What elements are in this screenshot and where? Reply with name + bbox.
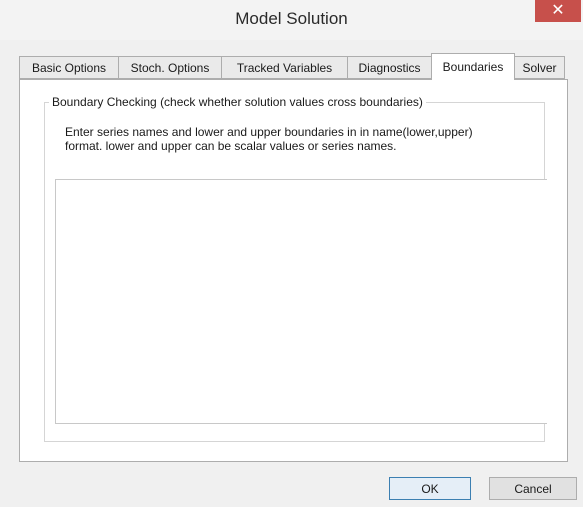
instructions-line-1: Enter series names and lower and upper b… (65, 125, 473, 139)
tab-tracked-variables[interactable]: Tracked Variables (221, 56, 348, 79)
tab-basic-options[interactable]: Basic Options (19, 56, 119, 79)
tab-boundaries[interactable]: Boundaries (431, 53, 515, 80)
instructions-text: Enter series names and lower and upper b… (65, 125, 535, 153)
boundary-checking-group: Boundary Checking (check whether solutio… (44, 95, 547, 442)
ok-button[interactable]: OK (389, 477, 471, 500)
instructions-line-2: format. lower and upper can be scalar va… (65, 139, 397, 153)
close-icon: ✕ (551, 2, 565, 19)
tab-solver[interactable]: Solver (514, 56, 565, 79)
cancel-button[interactable]: Cancel (489, 477, 577, 500)
close-button[interactable]: ✕ (535, 0, 581, 22)
window-title: Model Solution (235, 9, 348, 28)
tab-bar: Basic Options Stoch. Options Tracked Var… (19, 53, 572, 80)
boundaries-tab-panel: Boundary Checking (check whether solutio… (19, 79, 568, 462)
title-bar[interactable]: Model Solution ✕ (0, 0, 583, 40)
boundaries-entry-textarea[interactable] (55, 179, 547, 424)
tab-diagnostics[interactable]: Diagnostics (347, 56, 432, 79)
tab-stoch-options[interactable]: Stoch. Options (118, 56, 222, 79)
model-solution-dialog: Model Solution ✕ Basic Options Stoch. Op… (0, 0, 583, 507)
group-title: Boundary Checking (check whether solutio… (49, 95, 426, 109)
